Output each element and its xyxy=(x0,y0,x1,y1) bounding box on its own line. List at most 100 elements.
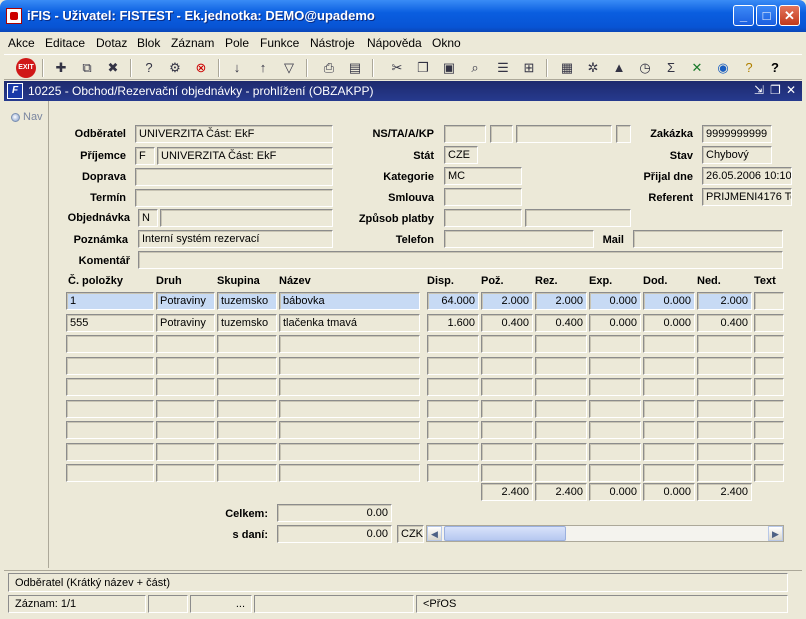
cell-druh[interactable] xyxy=(156,335,215,353)
scroll-right-icon[interactable]: ▶ xyxy=(768,526,783,541)
zakazka-field[interactable]: 9999999999 xyxy=(702,125,772,143)
execute-query-icon[interactable]: ⚙ xyxy=(166,59,184,77)
close-button[interactable]: ✕ xyxy=(779,5,800,26)
cell-poz[interactable] xyxy=(481,356,533,375)
referent-field[interactable]: PRIJMENI4176 Tom xyxy=(702,188,792,206)
cell-ned[interactable]: 0.400 xyxy=(697,313,752,332)
cell-disp[interactable] xyxy=(427,335,479,353)
cell-exp[interactable]: 0.000 xyxy=(589,313,641,332)
cell-exp[interactable]: 0.000 xyxy=(589,292,641,310)
cell-poz[interactable] xyxy=(481,399,533,418)
cell-text[interactable] xyxy=(754,464,784,482)
cell-skupina[interactable] xyxy=(217,378,277,396)
cell-ned[interactable] xyxy=(697,464,752,482)
kp-field[interactable] xyxy=(616,125,631,143)
cell-druh[interactable]: Potraviny xyxy=(156,313,215,332)
cancel-query-icon[interactable]: ⊗ xyxy=(192,59,210,77)
cell-druh[interactable] xyxy=(156,399,215,418)
cell-disp[interactable] xyxy=(427,421,479,439)
cell-exp[interactable] xyxy=(589,399,641,418)
cell-disp[interactable] xyxy=(427,399,479,418)
form-restore-icon[interactable]: ❐ xyxy=(770,83,781,97)
calculator-icon[interactable]: ▦ xyxy=(558,59,576,77)
cell-ned[interactable] xyxy=(697,442,752,461)
termin-field[interactable] xyxy=(135,189,333,207)
paste-icon[interactable]: ▣ xyxy=(440,59,458,77)
cell-poz[interactable] xyxy=(481,464,533,482)
cell-polozka[interactable] xyxy=(66,464,154,482)
cell-disp[interactable]: 64.000 xyxy=(427,292,479,310)
cell-polozka[interactable] xyxy=(66,399,154,418)
objednavka-field[interactable] xyxy=(160,209,333,227)
cell-polozka[interactable]: 555 xyxy=(66,313,154,332)
cell-dod[interactable] xyxy=(643,442,695,461)
sort-descending-icon[interactable]: ↑ xyxy=(254,59,272,77)
cell-disp[interactable] xyxy=(427,442,479,461)
form-minimize-icon[interactable]: ⇲ xyxy=(754,83,764,97)
cell-poz[interactable]: 0.400 xyxy=(481,313,533,332)
cell-text[interactable] xyxy=(754,292,784,310)
prijal-dne-field[interactable]: 26.05.2006 10:10 xyxy=(702,167,792,185)
enter-query-icon[interactable]: ? xyxy=(140,59,158,77)
poznamka-field[interactable]: Interní systém rezervací xyxy=(138,230,333,248)
cell-rez[interactable] xyxy=(535,356,587,375)
cell-dod[interactable] xyxy=(643,378,695,396)
menu-funkce[interactable]: Funkce xyxy=(260,36,299,50)
menu-okno[interactable]: Okno xyxy=(432,36,461,50)
cell-exp[interactable] xyxy=(589,335,641,353)
cell-druh[interactable]: Potraviny xyxy=(156,292,215,310)
cell-nazev[interactable] xyxy=(279,399,420,418)
cell-poz[interactable] xyxy=(481,442,533,461)
cell-nazev[interactable] xyxy=(279,335,420,353)
objednavka-code-field[interactable]: N xyxy=(138,209,158,227)
cell-dod[interactable] xyxy=(643,399,695,418)
cell-nazev[interactable]: bábovka xyxy=(279,292,420,310)
cell-exp[interactable] xyxy=(589,464,641,482)
menu-editace[interactable]: Editace xyxy=(45,36,85,50)
cell-polozka[interactable]: 1 xyxy=(66,292,154,310)
prijemce-field[interactable]: UNIVERZITA Část: EkF xyxy=(157,147,333,165)
cell-rez[interactable] xyxy=(535,421,587,439)
filter-icon[interactable]: ▽ xyxy=(280,59,298,77)
cell-text[interactable] xyxy=(754,421,784,439)
menu-zaznam[interactable]: Záznam xyxy=(171,36,214,50)
cell-skupina[interactable] xyxy=(217,421,277,439)
cell-poz[interactable]: 2.000 xyxy=(481,292,533,310)
cell-text[interactable] xyxy=(754,356,784,375)
cell-rez[interactable]: 0.400 xyxy=(535,313,587,332)
cell-skupina[interactable] xyxy=(217,356,277,375)
a-field[interactable] xyxy=(516,125,612,143)
cell-ned[interactable] xyxy=(697,378,752,396)
cell-polozka[interactable] xyxy=(66,378,154,396)
window-titlebar[interactable]: iFIS - Uživatel: FISTEST - Ek.jednotka: … xyxy=(0,0,806,32)
cell-skupina[interactable] xyxy=(217,442,277,461)
cell-polozka[interactable] xyxy=(66,335,154,353)
cell-disp[interactable] xyxy=(427,356,479,375)
menu-pole[interactable]: Pole xyxy=(225,36,249,50)
prijemce-code-field[interactable]: F xyxy=(135,147,155,165)
cell-skupina[interactable]: tuzemsko xyxy=(217,292,277,310)
cell-dod[interactable] xyxy=(643,335,695,353)
cell-nazev[interactable]: tlačenka tmavá xyxy=(279,313,420,332)
cell-rez[interactable] xyxy=(535,464,587,482)
horizontal-scrollbar[interactable]: ◀ ▶ xyxy=(426,525,784,542)
zpusob-platby-field[interactable] xyxy=(444,209,522,227)
cell-rez[interactable] xyxy=(535,335,587,353)
komentar-field[interactable] xyxy=(138,251,783,269)
cell-druh[interactable] xyxy=(156,421,215,439)
cell-skupina[interactable]: tuzemsko xyxy=(217,313,277,332)
settings-icon[interactable]: ✲ xyxy=(584,59,602,77)
warning-icon[interactable]: ▲ xyxy=(610,59,628,77)
cell-rez[interactable] xyxy=(535,442,587,461)
smlouva-field[interactable] xyxy=(444,188,522,206)
cell-disp[interactable] xyxy=(427,464,479,482)
cell-skupina[interactable] xyxy=(217,335,277,353)
cell-skupina[interactable] xyxy=(217,399,277,418)
copy-icon[interactable]: ❐ xyxy=(414,59,432,77)
cell-skupina[interactable] xyxy=(217,464,277,482)
cell-text[interactable] xyxy=(754,313,784,332)
ta-field[interactable] xyxy=(490,125,513,143)
cell-nazev[interactable] xyxy=(279,356,420,375)
cell-rez[interactable]: 2.000 xyxy=(535,292,587,310)
doprava-field[interactable] xyxy=(135,168,333,186)
